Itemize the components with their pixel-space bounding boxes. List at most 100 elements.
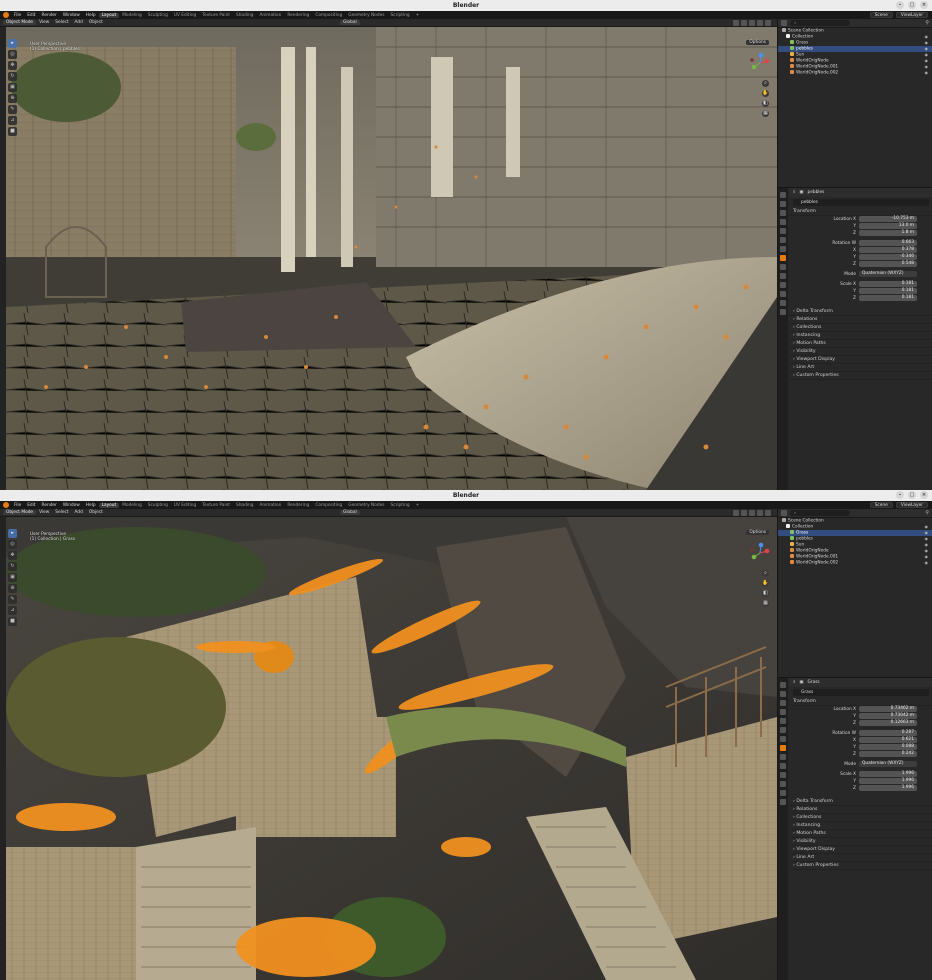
menu-edit[interactable]: Edit: [24, 503, 38, 508]
annotate-icon[interactable]: ✎: [8, 105, 17, 114]
transform-section[interactable]: Transform: [789, 698, 932, 706]
tab-rendering[interactable]: Rendering: [284, 503, 312, 508]
tab-uv-editing[interactable]: UV Editing: [171, 13, 199, 18]
search-input[interactable]: ⌕: [790, 510, 850, 516]
modifier-tab-icon[interactable]: [780, 264, 786, 270]
properties-section[interactable]: › Motion Paths: [789, 340, 932, 348]
menu-window[interactable]: Window: [60, 13, 83, 18]
world-tab-icon[interactable]: [780, 237, 786, 243]
menu-file[interactable]: File: [11, 13, 24, 18]
annotate-icon[interactable]: ✎: [8, 595, 17, 604]
xray-icon[interactable]: [741, 510, 747, 516]
properties-section[interactable]: › Visibility: [789, 348, 932, 356]
zoom-icon[interactable]: ⌕: [762, 80, 769, 87]
particles-tab-icon[interactable]: [780, 763, 786, 769]
scene-selector[interactable]: Scene: [869, 502, 893, 508]
move-icon[interactable]: ✥: [8, 61, 17, 70]
cursor-icon[interactable]: ◎: [8, 50, 17, 59]
transform-section[interactable]: Transform: [789, 208, 932, 216]
properties-section[interactable]: › Viewport Display: [789, 846, 932, 854]
tab-sculpting[interactable]: Sculpting: [145, 13, 171, 18]
add-workspace-button[interactable]: +: [413, 13, 423, 18]
view-layer-selector[interactable]: ViewLayer: [895, 12, 928, 18]
grab-hand-icon[interactable]: ✋: [762, 580, 769, 587]
rotate-icon[interactable]: ↻: [8, 72, 17, 81]
select-box-icon[interactable]: ▸: [8, 39, 17, 48]
tab-geometry-nodes[interactable]: Geometry Nodes: [345, 503, 387, 508]
move-icon[interactable]: ✥: [8, 551, 17, 560]
xray-icon[interactable]: [741, 20, 747, 26]
render-tab-icon[interactable]: [780, 691, 786, 697]
transform-value-field[interactable]: 0.663: [859, 240, 917, 246]
blender-logo-icon[interactable]: [3, 12, 9, 18]
tab-layout[interactable]: Layout: [98, 502, 120, 508]
overlay-icon[interactable]: [733, 510, 739, 516]
transform-icon[interactable]: ⊕: [8, 94, 17, 103]
physics-tab-icon[interactable]: [780, 772, 786, 778]
filter-icon[interactable]: ⚲: [925, 20, 929, 26]
scale-icon[interactable]: ▣: [8, 573, 17, 582]
transform-value-field[interactable]: 0.378: [859, 247, 917, 253]
display-mode-icon[interactable]: [781, 510, 787, 516]
tab-texture-paint[interactable]: Texture Paint: [199, 503, 233, 508]
tab-geometry-nodes[interactable]: Geometry Nodes: [345, 13, 387, 18]
menu-view[interactable]: View: [36, 510, 52, 515]
eye-icon[interactable]: ◉: [925, 70, 929, 76]
navigation-gizmo[interactable]: [749, 542, 771, 564]
pin-icon[interactable]: ▣: [799, 190, 803, 195]
3d-viewport[interactable]: [6, 517, 777, 980]
tab-rendering[interactable]: Rendering: [284, 13, 312, 18]
transform-value-field[interactable]: 0.73462 m: [859, 706, 917, 712]
transform-orientation-dropdown[interactable]: Global: [340, 510, 360, 515]
properties-section[interactable]: › Instancing: [789, 822, 932, 830]
menu-render[interactable]: Render: [39, 13, 60, 18]
menu-select[interactable]: Select: [52, 510, 71, 515]
tab-shading[interactable]: Shading: [233, 503, 256, 508]
zoom-icon[interactable]: ⌕: [762, 570, 769, 577]
menu-view[interactable]: View: [36, 20, 52, 25]
filter-icon[interactable]: ⚲: [925, 510, 929, 516]
transform-value-field[interactable]: 1.8 m: [859, 230, 917, 236]
menu-help[interactable]: Help: [83, 13, 99, 18]
transform-value-field[interactable]: 13.0 m: [859, 223, 917, 229]
properties-section[interactable]: › Custom Properties: [789, 862, 932, 870]
transform-icon[interactable]: ⊕: [8, 584, 17, 593]
tab-compositing[interactable]: Compositing: [312, 503, 345, 508]
menu-window[interactable]: Window: [60, 503, 83, 508]
transform-value-field[interactable]: -0.346: [859, 254, 917, 260]
close-icon[interactable]: ×: [920, 1, 928, 9]
tab-shading[interactable]: Shading: [233, 13, 256, 18]
display-mode-icon[interactable]: [781, 20, 787, 26]
object-name-field[interactable]: Grass: [793, 689, 929, 696]
outliner-row[interactable]: WorldOrigNode.002 ◉: [778, 560, 932, 566]
pin-icon[interactable]: ▣: [799, 680, 803, 685]
add-workspace-button[interactable]: +: [413, 503, 423, 508]
transform-value-field[interactable]: 0.12663 m: [859, 720, 917, 726]
menu-object[interactable]: Object: [86, 510, 106, 515]
properties-section[interactable]: › Motion Paths: [789, 830, 932, 838]
select-box-icon[interactable]: ▸: [8, 529, 17, 538]
minimize-icon[interactable]: –: [896, 491, 904, 499]
tab-sculpting[interactable]: Sculpting: [145, 503, 171, 508]
measure-icon[interactable]: ⊿: [8, 606, 17, 615]
menu-add[interactable]: Add: [72, 20, 86, 25]
maximize-icon[interactable]: □: [908, 491, 916, 499]
transform-value-field[interactable]: 1.996: [859, 771, 917, 777]
object-mode-dropdown[interactable]: Object Mode: [3, 510, 37, 515]
tab-uv-editing[interactable]: UV Editing: [171, 503, 199, 508]
search-input[interactable]: ⌕: [790, 20, 850, 26]
tab-animation[interactable]: Animation: [256, 503, 284, 508]
transform-value-field[interactable]: 1.996: [859, 778, 917, 784]
properties-section[interactable]: › Relations: [789, 316, 932, 324]
physics-tab-icon[interactable]: [780, 282, 786, 288]
transform-value-field[interactable]: 0.088: [859, 744, 917, 750]
object-tab-icon[interactable]: [780, 255, 786, 261]
properties-section[interactable]: › Line Art: [789, 364, 932, 372]
transform-value-field[interactable]: 0.73042 m: [859, 713, 917, 719]
3d-viewport[interactable]: [6, 27, 777, 490]
output-tab-icon[interactable]: [780, 210, 786, 216]
scale-icon[interactable]: ▣: [8, 83, 17, 92]
menu-add[interactable]: Add: [72, 510, 86, 515]
properties-section[interactable]: › Delta Transform: [789, 798, 932, 806]
tab-modeling[interactable]: Modeling: [119, 503, 145, 508]
